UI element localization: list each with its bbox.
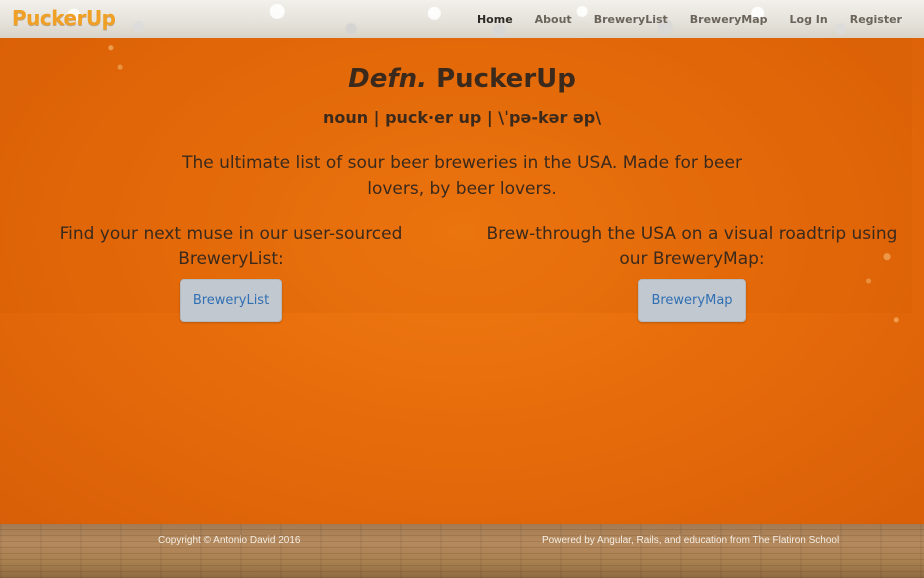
title-name: PuckerUp [436,64,576,94]
brand-logo[interactable]: PuckerUp [12,6,116,30]
main-content: Defn. PuckerUp noun | puck·er up | \ˈpə-… [0,38,924,524]
brewerylist-section: Find your next muse in our user-sourced … [8,222,454,322]
footer: Copyright © Antonio David 2016 Powered b… [0,524,924,578]
tagline: The ultimate list of sour beer breweries… [182,153,742,199]
brewerymap-section: Brew-through the USA on a visual roadtri… [480,222,904,322]
nav-brewerylist[interactable]: BreweryList [594,13,668,26]
footer-powered-by: Powered by Angular, Rails, and education… [542,535,840,546]
page-title: Defn. PuckerUp [0,64,924,94]
brewerylist-button[interactable]: BreweryList [179,279,283,322]
nav-links: Home About BreweryList BreweryMap Log In… [455,0,902,38]
footer-copyright: Copyright © Antonio David 2016 [158,535,301,546]
nav-register[interactable]: Register [850,13,902,26]
nav-home[interactable]: Home [477,13,513,26]
nav-login[interactable]: Log In [790,13,828,26]
brewerymap-text: Brew-through the USA on a visual roadtri… [486,224,898,269]
brewerymap-button[interactable]: BreweryMap [638,279,746,322]
nav-about[interactable]: About [535,13,572,26]
pronunciation: noun | puck·er up | \ˈpə-kər əp\ [322,108,602,127]
brewerylist-text: Find your next muse in our user-sourced … [59,224,403,269]
top-navbar: PuckerUp Home About BreweryList BreweryM… [0,0,924,39]
title-prefix: Defn. [348,64,428,94]
nav-brewerymap[interactable]: BreweryMap [690,13,768,26]
